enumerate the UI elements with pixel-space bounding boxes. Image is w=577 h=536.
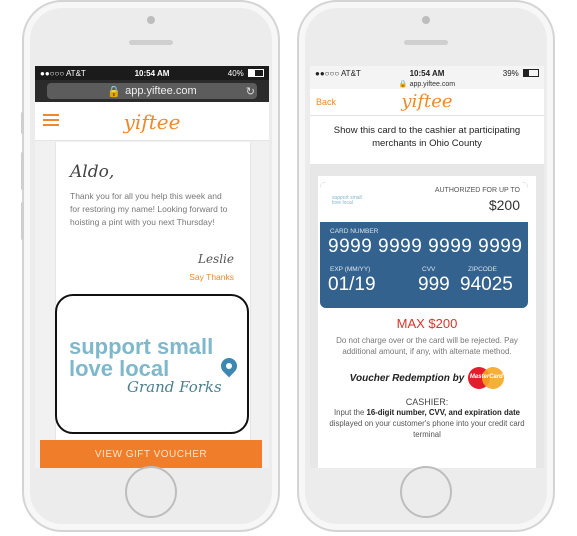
authorized-label: AUTHORIZED FOR UP TO xyxy=(434,187,520,194)
url-field[interactable]: 🔒 app.yiftee.com xyxy=(47,83,257,99)
home-button[interactable] xyxy=(125,466,177,518)
voucher-redemption-row: Voucher Redemption by MasterCard xyxy=(318,367,536,389)
cvv-label: CVV xyxy=(422,266,436,273)
mastercard-logo-icon: MasterCard xyxy=(468,367,505,389)
note-signature: Leslie xyxy=(197,252,234,266)
cvv-value: 999 xyxy=(418,274,450,295)
zipcode-value: 94025 xyxy=(460,274,513,295)
merchant-mini-logo: support small love local xyxy=(332,195,362,206)
instruction-text: Show this card to the cashier at partici… xyxy=(310,116,544,164)
authorized-amount: $200 xyxy=(488,197,520,213)
cashier-text-bold: 16-digit number, CVV, and expiration dat… xyxy=(366,408,521,417)
earpiece-speaker xyxy=(404,40,448,45)
virtual-credit-card: support small love local AUTHORIZED FOR U… xyxy=(320,182,528,308)
mastercard-wordmark: MasterCard xyxy=(469,374,503,380)
clock: 10:54 AM xyxy=(409,68,445,78)
voucher-redemption-label: Voucher Redemption by xyxy=(349,372,465,384)
lock-icon: 🔒 xyxy=(107,85,122,98)
card-number-label: CARD NUMBER xyxy=(330,228,379,235)
note-greeting: Aldo, xyxy=(70,162,115,182)
url-label: app.yiftee.com xyxy=(409,81,456,88)
volume-down-button xyxy=(21,202,24,240)
volume-up-button xyxy=(21,152,24,190)
status-bar: ●●○○○ AT&T 10:54 AM 39% xyxy=(310,66,544,80)
cashier-instructions: Input the 16-digit number, CVV, and expi… xyxy=(318,407,536,440)
voucher-details: MAX $200 Do not charge over or the card … xyxy=(318,316,536,440)
charge-disclaimer: Do not charge over or the card will be r… xyxy=(336,336,518,356)
cashier-text-2: displayed on your customer's phone into … xyxy=(329,419,525,439)
app-header: Back yiftee xyxy=(310,89,544,116)
exp-label: EXP (MM/YY) xyxy=(330,266,371,273)
battery-icon xyxy=(523,69,539,78)
cashier-text-1: Input the xyxy=(333,408,367,417)
front-camera xyxy=(147,16,155,24)
zipcode-label: ZIPCODE xyxy=(468,266,497,273)
url-text[interactable]: 🔒 app.yiftee.com xyxy=(310,80,544,89)
status-bar: ●●○○○ AT&T 10:54 AM 40% xyxy=(35,66,269,80)
battery-icon xyxy=(248,69,264,78)
clock: 10:54 AM xyxy=(134,68,170,78)
front-camera xyxy=(422,16,430,24)
merchant-banner: support small love local Grand Forks xyxy=(55,294,249,434)
view-gift-voucher-button[interactable]: VIEW GIFT VOUCHER xyxy=(40,440,262,468)
earpiece-speaker xyxy=(129,40,173,45)
banner-line-3: Grand Forks xyxy=(127,378,222,396)
yiftee-logo: yiftee xyxy=(123,110,181,134)
card-header: support small love local AUTHORIZED FOR U… xyxy=(320,182,528,222)
reload-icon[interactable]: ↻ xyxy=(246,85,255,98)
home-button[interactable] xyxy=(400,466,452,518)
url-text: app.yiftee.com xyxy=(125,85,197,97)
location-pin-icon xyxy=(217,354,241,378)
app-header: yiftee xyxy=(35,102,269,141)
cashier-heading: CASHIER: xyxy=(405,397,449,407)
voucher-panel: support small love local AUTHORIZED FOR U… xyxy=(318,176,536,468)
left-phone-frame: ●●○○○ AT&T 10:54 AM 40% 🔒 app.yiftee.com… xyxy=(21,0,280,532)
right-screen: ●●○○○ AT&T 10:54 AM 39% 🔒 app.yiftee.com… xyxy=(310,66,544,468)
say-thanks-link[interactable]: Say Thanks xyxy=(189,272,234,282)
yiftee-logo: yiftee xyxy=(401,91,453,112)
mute-switch xyxy=(21,112,24,134)
exp-value: 01/19 xyxy=(328,274,376,295)
address-bar[interactable]: 🔒 app.yiftee.com ↻ xyxy=(35,80,269,102)
card-number: 9999 9999 9999 9999 xyxy=(328,236,523,257)
max-amount: MAX $200 xyxy=(396,316,458,331)
right-phone-frame: ●●○○○ AT&T 10:54 AM 39% 🔒 app.yiftee.com… xyxy=(297,0,555,532)
note-message: Thank you for all you help this week and… xyxy=(70,191,228,227)
